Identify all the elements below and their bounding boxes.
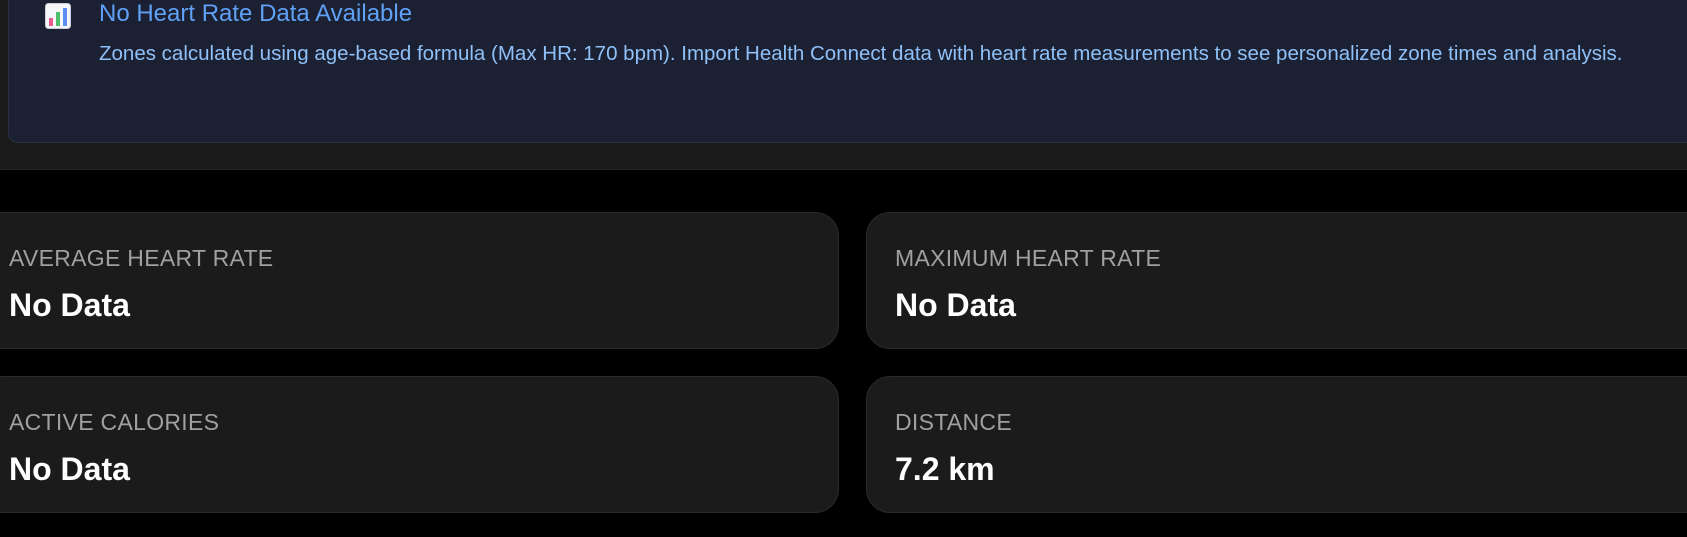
banner-message: Zones calculated using age-based formula… xyxy=(99,42,1623,65)
stat-value: No Data xyxy=(9,287,130,323)
distance-card: DISTANCE 7.2 km xyxy=(866,376,1687,513)
stat-label: ACTIVE CALORIES xyxy=(9,409,220,435)
stat-value: No Data xyxy=(895,287,1016,323)
no-heart-rate-data-banner: No Heart Rate Data Available Zones calcu… xyxy=(8,0,1687,143)
stat-label: MAXIMUM HEART RATE xyxy=(895,245,1162,271)
bar-chart-icon xyxy=(45,3,71,29)
active-calories-card: ACTIVE CALORIES No Data xyxy=(0,376,839,513)
banner-title: No Heart Rate Data Available xyxy=(99,0,413,27)
stat-value: 7.2 km xyxy=(895,451,995,487)
stat-label: DISTANCE xyxy=(895,409,1012,435)
stat-value: No Data xyxy=(9,451,130,487)
stat-label: AVERAGE HEART RATE xyxy=(9,245,274,271)
maximum-heart-rate-card: MAXIMUM HEART RATE No Data xyxy=(866,212,1687,349)
average-heart-rate-card: AVERAGE HEART RATE No Data xyxy=(0,212,839,349)
